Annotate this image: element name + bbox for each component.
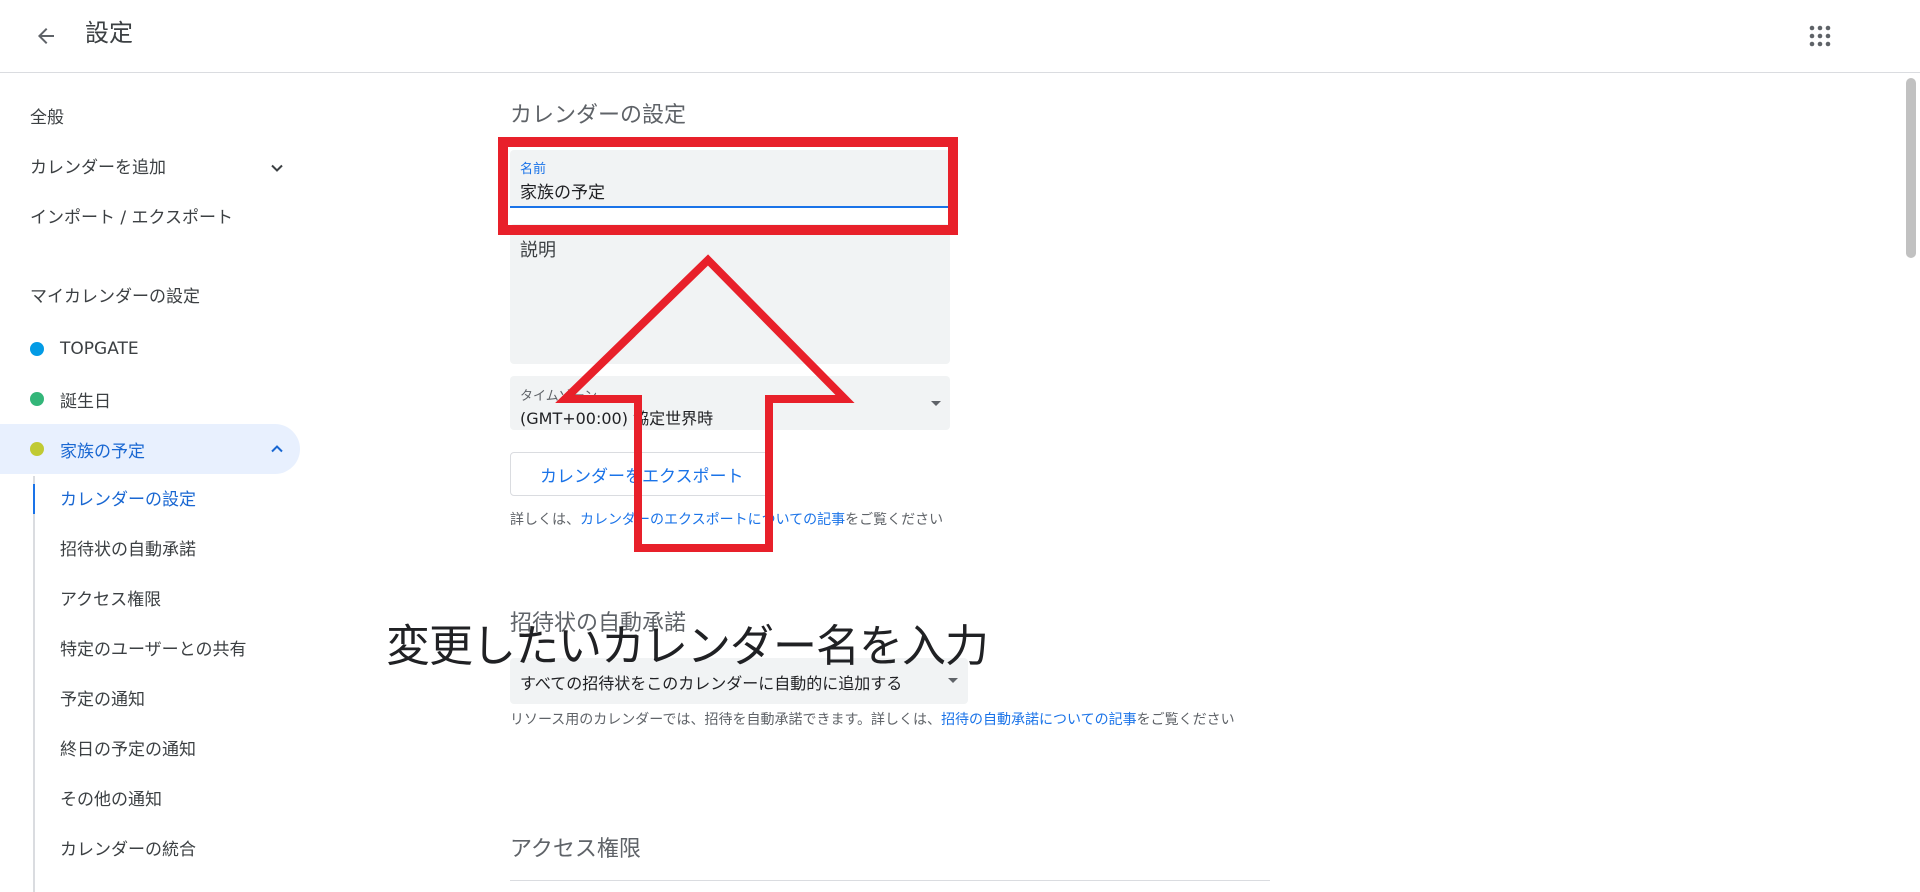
dropdown-arrow-icon <box>948 678 958 683</box>
calendar-color-dot <box>30 342 44 356</box>
sub-nav-track <box>33 476 35 892</box>
auto-accept-help-text: リソース用のカレンダーでは、招待を自動承諾できます。詳しくは、招待の自動承諾につ… <box>510 710 1270 730</box>
help-prefix: リソース用のカレンダーでは、招待を自動承諾できます。詳しくは、 <box>510 712 942 728</box>
sub-item-access-permissions[interactable]: アクセス権限 <box>60 588 161 612</box>
description-placeholder: 説明 <box>520 240 556 261</box>
section-divider <box>510 880 1270 881</box>
dropdown-arrow-icon <box>931 401 941 406</box>
my-calendars-heading: マイカレンダーの設定 <box>30 287 200 307</box>
sidebar-calendar-topgate[interactable]: TOPGATE <box>0 324 300 374</box>
sub-item-integrate-calendar[interactable]: カレンダーの統合 <box>60 838 196 862</box>
settings-sidebar: 全般 カレンダーを追加 インポート / エクスポート マイカレンダーの設定 TO… <box>0 74 300 892</box>
export-help-link[interactable]: カレンダーのエクスポートについての記事 <box>580 512 845 528</box>
export-calendar-button[interactable]: カレンダーをエクスポート <box>510 452 770 496</box>
sub-item-share-specific-users[interactable]: 特定のユーザーとの共有 <box>60 638 247 662</box>
calendar-label: 誕生日 <box>60 391 111 412</box>
sidebar-item-import-export[interactable]: インポート / エクスポート <box>30 206 233 230</box>
help-suffix: をご覧ください <box>845 512 944 528</box>
timezone-label: タイムゾーン <box>520 389 598 404</box>
timezone-select[interactable]: タイムゾーン (GMT+00:00) 協定世界時 <box>510 376 950 430</box>
help-prefix: 詳しくは、 <box>510 512 580 528</box>
description-field[interactable]: 説明 <box>510 224 950 364</box>
back-arrow-icon[interactable] <box>28 18 64 54</box>
scrollbar-thumb[interactable] <box>1906 78 1916 258</box>
apps-grid-icon[interactable] <box>1800 16 1840 56</box>
calendar-label: 家族の予定 <box>60 441 145 462</box>
sub-nav-active-indicator <box>33 484 35 514</box>
sub-item-auto-accept[interactable]: 招待状の自動承諾 <box>60 538 196 562</box>
sub-item-event-notifications[interactable]: 予定の通知 <box>60 688 145 712</box>
auto-accept-value: すべての招待状をこのカレンダーに自動的に追加する <box>520 674 903 693</box>
name-field-label: 名前 <box>520 162 547 177</box>
access-permissions-title: アクセス権限 <box>510 837 641 862</box>
sub-item-calendar-settings[interactable]: カレンダーの設定 <box>60 488 196 512</box>
calendar-color-dot <box>30 442 44 456</box>
app-header: 設定 <box>0 0 1920 73</box>
calendar-color-dot <box>30 392 44 406</box>
sub-item-all-day-notifications[interactable]: 終日の予定の通知 <box>60 738 196 762</box>
sidebar-calendar-birthdays[interactable]: 誕生日 <box>0 374 300 424</box>
sub-item-other-notifications[interactable]: その他の通知 <box>60 788 162 812</box>
export-help-text: 詳しくは、カレンダーのエクスポートについての記事をご覧ください <box>510 510 943 530</box>
calendar-settings-title: カレンダーの設定 <box>510 103 687 128</box>
sidebar-item-add-calendar[interactable]: カレンダーを追加 <box>30 156 166 180</box>
auto-accept-help-link[interactable]: 招待の自動承諾についての記事 <box>941 712 1137 728</box>
timezone-value: (GMT+00:00) 協定世界時 <box>520 409 714 428</box>
name-field-value[interactable]: 家族の予定 <box>520 178 605 203</box>
chevron-up-icon[interactable] <box>265 437 289 461</box>
page-title: 設定 <box>85 19 133 47</box>
annotation-caption: 変更したいカレンダー名を入力 <box>386 621 989 672</box>
calendar-name-field[interactable]: 名前 家族の予定 <box>510 150 950 208</box>
calendar-label: TOPGATE <box>60 339 139 359</box>
settings-main: カレンダーの設定 名前 家族の予定 説明 タイムゾーン (GMT+00:00) … <box>510 74 1270 892</box>
sidebar-calendar-family[interactable]: 家族の予定 <box>0 424 300 474</box>
help-suffix: をご覧ください <box>1136 712 1235 728</box>
sidebar-item-general[interactable]: 全般 <box>30 106 64 130</box>
chevron-down-icon[interactable] <box>265 156 289 180</box>
